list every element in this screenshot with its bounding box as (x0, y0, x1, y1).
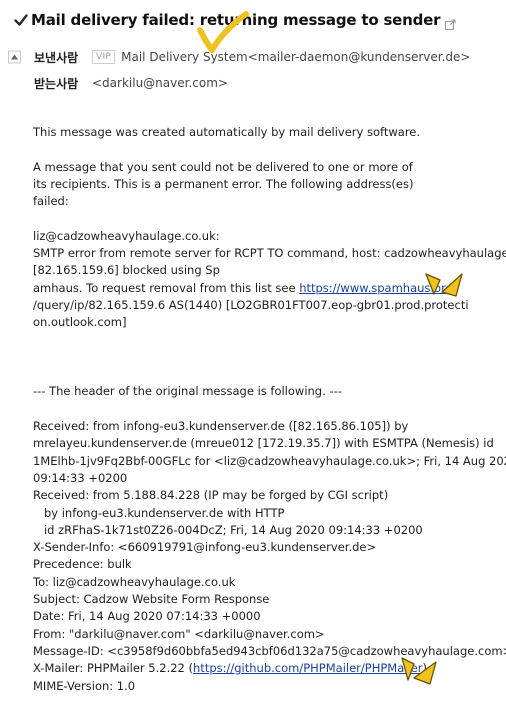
body-text: 1MElhb-1jv9Fq2Bbf-00GFLc for <liz@cadzow… (33, 453, 506, 468)
body-blank-line (33, 210, 506, 227)
recipient-label: 받는사람 (34, 76, 79, 91)
body-text: Precedence: bulk (33, 557, 132, 572)
body-line: X-Mailer: PHPMailer 5.2.22 (https://gith… (33, 660, 506, 677)
sender-address[interactable]: <mailer-daemon@kundenserver.de> (248, 50, 471, 64)
body-text: SMTP error from remote server for RCPT T… (33, 246, 506, 261)
body-line: A message that you sent could not be del… (33, 159, 506, 176)
body-text: X-Sender-Info: <660919791@infong-eu3.kun… (33, 540, 377, 555)
body-text: --- The header of the original message i… (33, 384, 342, 399)
body-line: Date: Fri, 14 Aug 2020 07:14:33 +0000 (33, 608, 506, 625)
vip-badge: VIP (92, 50, 116, 64)
body-line: failed: (33, 193, 506, 210)
body-text: [82.165.159.6] blocked using Sp (33, 263, 220, 278)
body-line: To: liz@cadzowheavyhaulage.co.uk (33, 574, 506, 591)
recipient-row: 받는사람 <darkilu@naver.com> (0, 73, 506, 93)
body-blank-line (33, 332, 506, 349)
body-link[interactable]: https://www.spamhaus.org (299, 281, 453, 295)
body-line: Message-ID: <c3958f9d60bbfa5ed943cbf06d1… (33, 643, 506, 660)
body-text: Received: from 5.188.84.228 (IP may be f… (33, 488, 389, 503)
body-line: 09:14:33 +0200 (33, 470, 506, 487)
body-text: amhaus. To request removal from this lis… (33, 280, 300, 295)
body-line: id zRFhaS-1k71st0Z26-004DcZ; Fri, 14 Aug… (33, 522, 506, 539)
body-line: on.outlook.com] (33, 314, 506, 331)
body-line: Received: from infong-eu3.kundenserver.d… (33, 418, 506, 435)
body-blank-line (33, 349, 506, 366)
body-text: From: "darkilu@naver.com" <darkilu@naver… (33, 626, 325, 641)
sender-row: 보낸사람 VIP Mail Delivery System <mailer-dae… (0, 47, 506, 67)
body-line: /query/ip/82.165.159.6 AS(1440) [LO2GBR0… (33, 297, 506, 314)
message-subject: Mail delivery failed: returning message … (31, 11, 441, 29)
body-line: SMTP error from remote server for RCPT T… (33, 245, 506, 262)
body-line: liz@cadzowheavyhaulage.co.uk: (33, 228, 506, 245)
collapse-headers-button[interactable] (8, 50, 21, 64)
body-text: MIME-Version: 1.0 (33, 678, 136, 693)
body-line: --- The header of the original message i… (33, 383, 506, 400)
body-text: This message was created automatically b… (33, 125, 421, 139)
body-line: Precedence: bulk (33, 556, 506, 573)
body-line: Subject: Cadzow Website Form Response (33, 591, 506, 608)
body-text: by infong-eu3.kundenserver.de with HTTP (33, 505, 285, 520)
body-blank-line (33, 366, 506, 383)
popout-icon[interactable] (445, 15, 456, 30)
body-text: To: liz@cadzowheavyhaulage.co.uk (33, 574, 236, 589)
body-line: This message was created automatically b… (33, 124, 506, 141)
message-body: This message was created automatically b… (33, 124, 506, 695)
body-line: amhaus. To request removal from this lis… (33, 280, 506, 297)
body-text: Subject: Cadzow Website Form Response (33, 592, 270, 607)
body-blank-line (33, 141, 506, 158)
body-text: Message-ID: <c3958f9d60bbfa5ed943cbf06d1… (33, 643, 506, 658)
body-text: A message that you sent could not be del… (33, 159, 413, 174)
body-line: [82.165.159.6] blocked using Sp (33, 262, 506, 279)
body-text: Received: from infong-eu3.kundenserver.d… (33, 419, 409, 434)
body-text: failed: (33, 194, 69, 209)
body-text: its recipients. This is a permanent erro… (33, 176, 414, 191)
triangle-up-icon (11, 54, 18, 60)
sender-label: 보낸사람 (34, 50, 79, 65)
subject-row: Mail delivery failed: returning message … (0, 0, 506, 40)
body-text: mrelayeu.kundenserver.de (mreue012 [172.… (33, 436, 494, 451)
sender-name[interactable]: Mail Delivery System (121, 50, 248, 64)
body-line: From: "darkilu@naver.com" <darkilu@naver… (33, 626, 506, 643)
sender-value[interactable]: VIP Mail Delivery System <mailer-daemon@k… (92, 50, 471, 64)
body-line: mrelayeu.kundenserver.de (mreue012 [172.… (33, 435, 506, 452)
body-text: Date: Fri, 14 Aug 2020 07:14:33 +0000 (33, 609, 261, 624)
check-icon[interactable] (13, 12, 29, 28)
body-blank-line (33, 401, 506, 418)
body-text: liz@cadzowheavyhaulage.co.uk: (33, 228, 220, 243)
body-line: its recipients. This is a permanent erro… (33, 176, 506, 193)
body-text: on.outlook.com] (33, 315, 127, 330)
recipient-address[interactable]: <darkilu@naver.com> (92, 76, 228, 90)
body-text: id zRFhaS-1k71st0Z26-004DcZ; Fri, 14 Aug… (33, 522, 423, 537)
body-line: X-Sender-Info: <660919791@infong-eu3.kun… (33, 539, 506, 556)
body-text: ) (422, 661, 427, 676)
body-line: 1MElhb-1jv9Fq2Bbf-00GFLc for <liz@cadzow… (33, 453, 506, 470)
body-line: by infong-eu3.kundenserver.de with HTTP (33, 505, 506, 522)
body-text: 09:14:33 +0200 (33, 470, 128, 485)
body-text: X-Mailer: PHPMailer 5.2.22 ( (33, 661, 194, 676)
body-line: Received: from 5.188.84.228 (IP may be f… (33, 487, 506, 504)
body-link[interactable]: https://github.com/PHPMailer/PHPMailer (193, 661, 422, 675)
body-line: MIME-Version: 1.0 (33, 678, 506, 695)
body-text: /query/ip/82.165.159.6 AS(1440) [LO2GBR0… (33, 297, 469, 312)
